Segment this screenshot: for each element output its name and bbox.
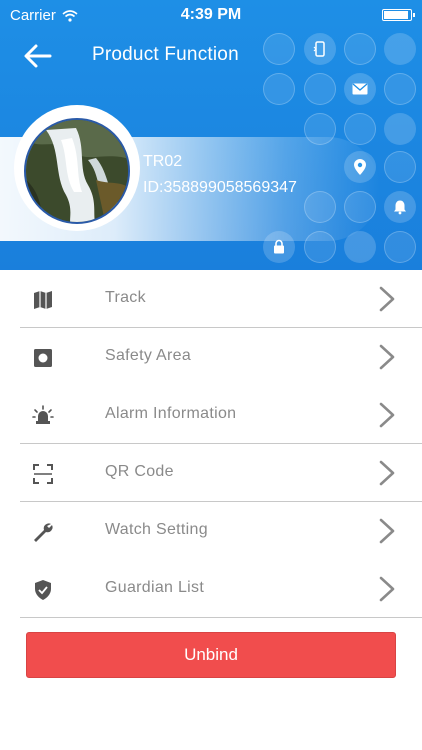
decor-bubble [384, 231, 416, 263]
header: Carrier 4:39 PM Product Function TR02 ID… [0, 0, 422, 270]
chevron-right-icon [379, 286, 395, 312]
menu-item-guardian-list[interactable]: Guardian List [0, 560, 422, 618]
menu-item-qr-code[interactable]: QR Code [0, 444, 422, 502]
mail-icon [352, 83, 368, 95]
alarm-light-icon [32, 405, 54, 424]
page-title: Product Function [92, 44, 239, 65]
battery-icon [382, 9, 415, 21]
chevron-right-icon [379, 576, 395, 602]
chevron-right-icon [379, 518, 395, 544]
back-button[interactable] [22, 40, 54, 72]
decor-bubble [384, 73, 416, 105]
nav-bar: Product Function [0, 36, 422, 76]
decor-bubble [344, 113, 376, 145]
decor-bubble [384, 151, 416, 183]
arrow-left-icon [24, 44, 52, 68]
divider [20, 617, 422, 618]
wrench-icon [34, 523, 53, 542]
decor-bubble [304, 73, 336, 105]
menu-item-watch-setting[interactable]: Watch Setting [0, 502, 422, 560]
qr-scan-icon [33, 464, 53, 484]
device-avatar[interactable] [24, 118, 130, 224]
menu-item-label: Watch Setting [105, 521, 208, 538]
menu-item-label: QR Code [105, 463, 174, 480]
decor-bubble-mail [344, 73, 376, 105]
lock-icon [274, 239, 284, 254]
map-icon [34, 291, 52, 309]
menu-item-label: Safety Area [105, 347, 192, 364]
shield-icon [35, 580, 51, 600]
menu-item-label: Alarm Information [105, 405, 237, 422]
device-id: ID:358899058569347 [143, 179, 297, 196]
unbind-button[interactable]: Unbind [26, 632, 396, 678]
decor-bubble [384, 113, 416, 145]
bell-icon [394, 200, 406, 215]
chevron-right-icon [379, 460, 395, 486]
menu-item-label: Guardian List [105, 579, 205, 596]
status-time: 4:39 PM [180, 6, 242, 23]
device-name: TR02 [143, 153, 183, 170]
menu-item-label: Track [105, 289, 146, 306]
menu-item-alarm-information[interactable]: Alarm Information [0, 386, 422, 444]
decor-bubble [263, 73, 295, 105]
function-menu: Track Safety Area Alarm Information QR C… [0, 270, 422, 618]
menu-item-track[interactable]: Track [0, 270, 422, 328]
safety-area-icon [34, 349, 52, 367]
waterfall-photo [26, 120, 128, 222]
status-bar: Carrier 4:39 PM [0, 0, 422, 30]
chevron-right-icon [379, 402, 395, 428]
decor-bubble-bell [384, 191, 416, 223]
menu-item-safety-area[interactable]: Safety Area [0, 328, 422, 386]
chevron-right-icon [379, 344, 395, 370]
